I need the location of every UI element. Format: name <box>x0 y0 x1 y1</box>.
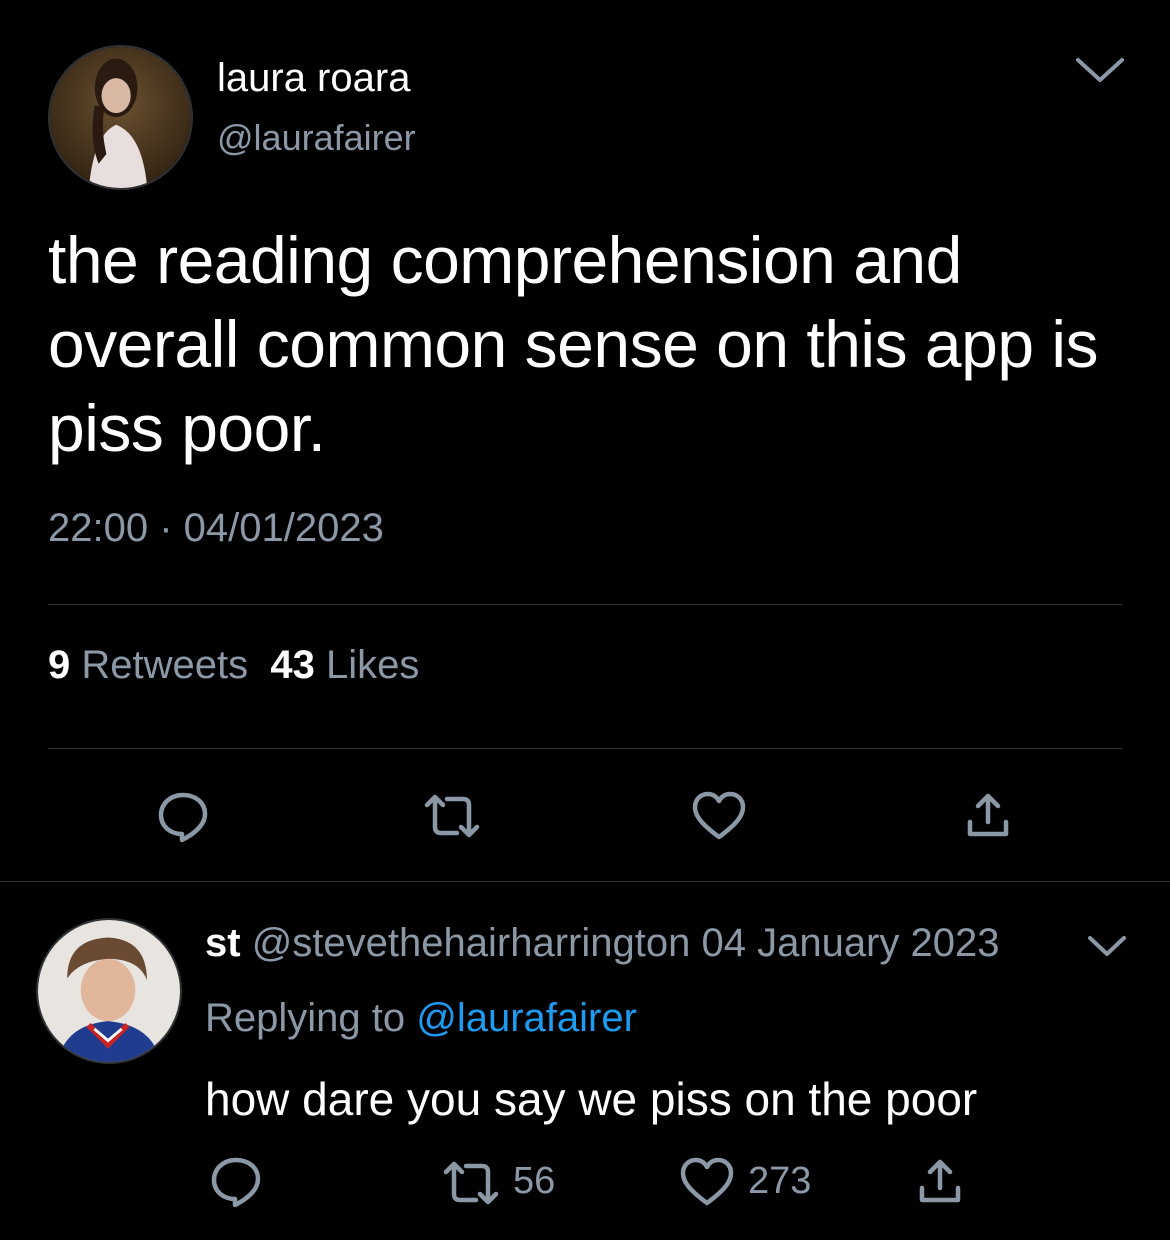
avatar-photo <box>38 920 180 1062</box>
likes-label: Likes <box>325 643 420 687</box>
retweet-icon[interactable] <box>421 791 483 841</box>
author-display-name[interactable]: laura roara <box>217 56 410 101</box>
divider <box>48 748 1122 749</box>
reply-date[interactable]: 04 January 2023 <box>701 921 999 965</box>
share-icon[interactable] <box>914 1156 966 1208</box>
author-avatar[interactable] <box>48 45 193 190</box>
divider <box>0 881 1170 882</box>
retweet-icon[interactable] <box>440 1158 502 1208</box>
replying-to-line: Replying to @laurafairer <box>205 996 637 1041</box>
likes-count: 43 <box>270 643 315 687</box>
chevron-down-icon[interactable] <box>1085 932 1129 960</box>
divider <box>48 604 1122 605</box>
reply-header: st @stevethehairharrington 04 January 20… <box>205 921 999 966</box>
reply-retweet-count: 56 <box>513 1160 556 1202</box>
replying-to-label: Replying to <box>205 996 406 1040</box>
avatar-photo <box>50 47 191 188</box>
retweets-stat[interactable]: 9 Retweets <box>48 643 248 687</box>
reply-display-name[interactable]: st <box>205 921 241 965</box>
tweet-text: the reading comprehension and overall co… <box>48 223 1099 465</box>
heart-icon[interactable] <box>678 1155 736 1209</box>
retweets-count: 9 <box>48 643 71 687</box>
comment-icon[interactable] <box>207 1152 265 1210</box>
tweet-timestamp[interactable]: 22:00 · 04/01/2023 <box>48 506 384 551</box>
share-icon[interactable] <box>962 790 1014 842</box>
retweets-label: Retweets <box>81 643 249 687</box>
chevron-down-icon[interactable] <box>1072 52 1128 88</box>
reply-like-count: 273 <box>748 1160 812 1202</box>
author-handle[interactable]: @laurafairer <box>217 117 416 159</box>
tweet-stats: 9 Retweets 43 Likes <box>48 643 419 688</box>
reply-tweet-text: how dare you say we piss on the poor <box>205 1073 978 1125</box>
comment-icon[interactable] <box>154 787 212 845</box>
reply-author-avatar[interactable] <box>36 918 182 1064</box>
heart-icon[interactable] <box>690 789 748 843</box>
replying-to-mention-link[interactable]: @laurafairer <box>416 996 637 1040</box>
reply-handle[interactable]: @stevethehairharrington <box>252 921 691 965</box>
likes-stat[interactable]: 43 Likes <box>270 643 419 687</box>
